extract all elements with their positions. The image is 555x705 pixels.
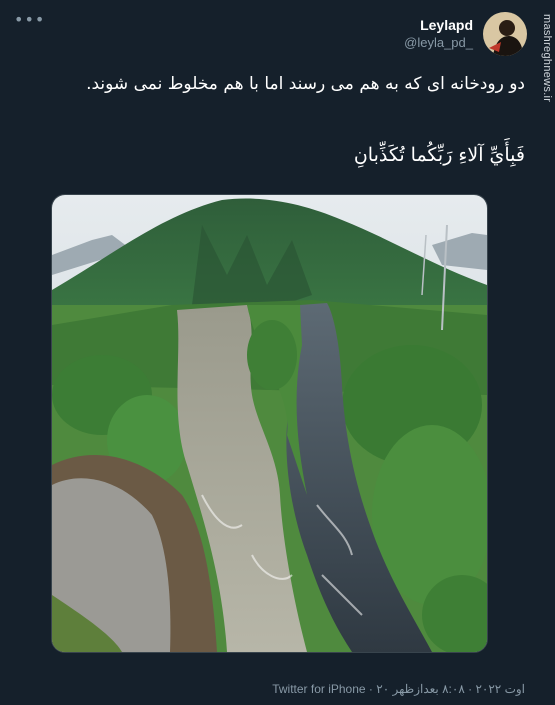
tweet-meta: Twitter for iPhone · ۲۰ اوت ۲۰۲۲ · ۸:۰۸ …	[272, 682, 525, 696]
author-handle[interactable]: @leyla_pd_	[404, 34, 473, 52]
tweet-quote-verse: فَبِأَيِّ آلاءِ رَبِّكُما تُكَذِّبانِ	[353, 144, 525, 166]
tweet-text: دو رودخانه ای که به هم می رسند اما با هم…	[86, 74, 525, 94]
tweet-author[interactable]: Leylapd @leyla_pd_	[404, 12, 527, 56]
meta-separator-2: ·	[468, 682, 473, 696]
tweet-time[interactable]: ۸:۰۸ بعدازظهر	[393, 682, 465, 696]
tweet-card: ••• Leylapd @leyla_pd_ mashreghnews.ir د…	[0, 0, 555, 705]
more-options-icon[interactable]: •••	[14, 10, 45, 29]
author-names: Leylapd @leyla_pd_	[404, 17, 473, 52]
author-display-name[interactable]: Leylapd	[404, 17, 473, 34]
meta-separator: ·	[368, 682, 373, 696]
tweet-source[interactable]: Twitter for iPhone	[272, 682, 365, 696]
site-watermark: mashreghnews.ir	[541, 14, 553, 103]
tweet-photo[interactable]	[51, 194, 488, 653]
author-avatar[interactable]	[483, 12, 527, 56]
